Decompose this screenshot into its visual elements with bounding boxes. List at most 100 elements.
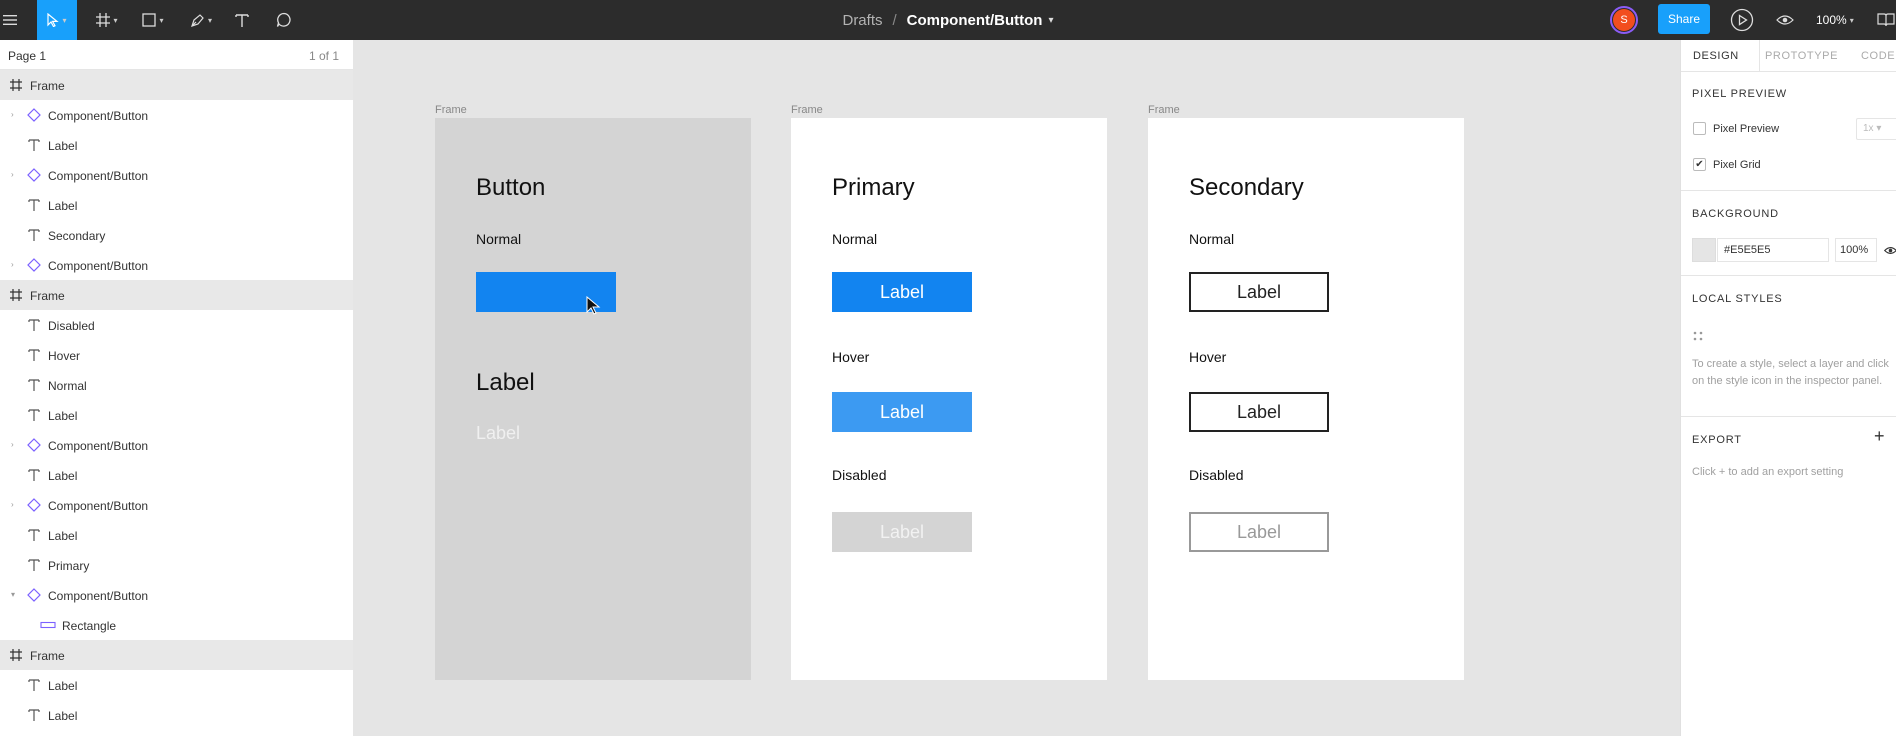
text-icon	[26, 677, 42, 693]
layer-row[interactable]: › Component/Button	[0, 160, 353, 190]
chevron-down-icon[interactable]: ▾	[11, 590, 15, 599]
layer-row[interactable]: Label	[0, 190, 353, 220]
frame-tool-button[interactable]: ▾	[90, 0, 124, 40]
layer-row[interactable]: Rectangle	[0, 610, 353, 640]
pixel-preview-scale-select[interactable]: 1x ▾	[1856, 118, 1896, 140]
frame-label[interactable]: Frame	[435, 104, 467, 116]
divider	[1681, 416, 1896, 417]
comment-tool-button[interactable]	[274, 0, 294, 40]
frame-title: Button	[476, 174, 546, 201]
frame-secondary[interactable]: Secondary Normal Label Hover Label Disab…	[1148, 118, 1464, 680]
layer-name: Frame	[30, 649, 65, 663]
layer-row[interactable]: › Component/Button	[0, 250, 353, 280]
top-toolbar: ▾ ▾ ▾ ▾ Drafts / Component/Button ▾ S Sh…	[0, 0, 1896, 40]
secondary-disabled-button[interactable]: Label	[1189, 512, 1329, 552]
layer-row[interactable]: Primary	[0, 550, 353, 580]
eye-icon[interactable]	[1884, 246, 1896, 255]
layer-row[interactable]: › Component/Button	[0, 100, 353, 130]
layer-row[interactable]: Disabled	[0, 310, 353, 340]
layer-row[interactable]: Label	[0, 130, 353, 160]
layer-name: Normal	[48, 379, 87, 393]
layer-row[interactable]: Frame	[0, 70, 353, 100]
view-settings-button[interactable]	[1774, 0, 1796, 40]
tab-code[interactable]: CODE	[1861, 50, 1895, 62]
library-button[interactable]	[1876, 0, 1896, 40]
layer-row[interactable]: Frame	[0, 640, 353, 670]
frame-title: Secondary	[1189, 174, 1304, 201]
layer-row[interactable]: Hover	[0, 340, 353, 370]
inspector-panel: DESIGN PROTOTYPE CODE PIXEL PREVIEW Pixe…	[1680, 40, 1896, 736]
present-button[interactable]	[1728, 0, 1756, 40]
tab-prototype[interactable]: PROTOTYPE	[1765, 50, 1838, 62]
cursor-arrow-icon	[47, 13, 60, 27]
layer-row[interactable]: Label	[0, 670, 353, 700]
layer-row[interactable]: Label	[0, 400, 353, 430]
divider	[1681, 190, 1896, 191]
layer-name: Label	[48, 679, 78, 693]
layer-row[interactable]: Secondary	[0, 220, 353, 250]
pen-icon	[191, 13, 204, 27]
layer-row[interactable]: Normal	[0, 370, 353, 400]
text-tool-button[interactable]	[232, 0, 252, 40]
frame-label[interactable]: Frame	[791, 104, 823, 116]
primary-normal-button[interactable]: Label	[832, 272, 972, 312]
layer-row[interactable]: Label	[0, 520, 353, 550]
primary-disabled-button[interactable]: Label	[832, 512, 972, 552]
file-name[interactable]: Component/Button	[907, 12, 1043, 29]
layer-row[interactable]: Label	[0, 460, 353, 490]
pixel-preview-checkbox[interactable]	[1693, 122, 1706, 135]
text-icon	[26, 707, 42, 723]
layer-row[interactable]: Frame	[0, 280, 353, 310]
text-icon	[26, 137, 42, 153]
text-icon	[26, 407, 42, 423]
shape-tool-button[interactable]: ▾	[136, 0, 170, 40]
checkmark-icon: ✔	[1695, 159, 1704, 170]
breadcrumb-drafts-link[interactable]: Drafts	[842, 12, 882, 29]
layer-name: Label	[48, 529, 78, 543]
layer-row[interactable]: › Component/Button	[0, 490, 353, 520]
zoom-dropdown[interactable]: 100% ▾	[1816, 0, 1854, 40]
background-hex-input[interactable]: #E5E5E5	[1717, 238, 1829, 262]
text-icon	[26, 347, 42, 363]
background-color-swatch[interactable]	[1692, 238, 1716, 262]
layer-row[interactable]: Label	[0, 700, 353, 730]
tab-design[interactable]: DESIGN	[1693, 50, 1739, 62]
frame-button[interactable]: Button Normal Label Label	[435, 118, 751, 680]
canvas[interactable]: Frame Button Normal Label Label Frame Pr…	[353, 40, 1680, 736]
avatar[interactable]: S	[1610, 6, 1638, 34]
cursor-arrow-icon	[586, 296, 601, 315]
chevron-right-icon[interactable]: ›	[11, 110, 14, 119]
layer-name: Secondary	[48, 229, 106, 243]
layer-row[interactable]: › Component/Button	[0, 430, 353, 460]
layer-row[interactable]: ▾ Component/Button	[0, 580, 353, 610]
style-icon[interactable]	[1693, 331, 1703, 341]
share-button[interactable]: Share	[1658, 4, 1710, 34]
pixel-grid-checkbox[interactable]: ✔	[1693, 158, 1706, 171]
layer-name: Primary	[48, 559, 90, 573]
chevron-right-icon[interactable]: ›	[11, 170, 14, 179]
move-tool-button[interactable]: ▾	[37, 0, 77, 40]
text-icon	[26, 227, 42, 243]
text-icon	[26, 377, 42, 393]
primary-hover-button[interactable]: Label	[832, 392, 972, 432]
chevron-right-icon[interactable]: ›	[11, 440, 14, 449]
chevron-down-icon[interactable]: ▾	[1048, 15, 1053, 26]
frame-label[interactable]: Frame	[1148, 104, 1180, 116]
add-export-button[interactable]: +	[1874, 426, 1885, 447]
layer-name: Component/Button	[48, 169, 149, 183]
layer-name: Component/Button	[48, 499, 149, 513]
figma-editor: ▾ ▾ ▾ ▾ Drafts / Component/Button ▾ S Sh…	[0, 0, 1896, 736]
background-opacity-input[interactable]: 100%	[1835, 238, 1877, 262]
chevron-right-icon[interactable]: ›	[11, 260, 14, 269]
frame-icon	[96, 13, 111, 27]
chevron-right-icon[interactable]: ›	[11, 500, 14, 509]
secondary-normal-button[interactable]: Label	[1189, 272, 1329, 312]
component-icon	[26, 167, 42, 183]
secondary-hover-button[interactable]: Label	[1189, 392, 1329, 432]
pen-tool-button[interactable]: ▾	[184, 0, 218, 40]
component-icon	[26, 587, 42, 603]
page-selector[interactable]: Page 1 1 of 1	[0, 40, 353, 70]
play-icon	[1730, 8, 1754, 32]
frame-primary[interactable]: Primary Normal Label Hover Label Disable…	[791, 118, 1107, 680]
main-menu-icon[interactable]	[0, 0, 18, 40]
